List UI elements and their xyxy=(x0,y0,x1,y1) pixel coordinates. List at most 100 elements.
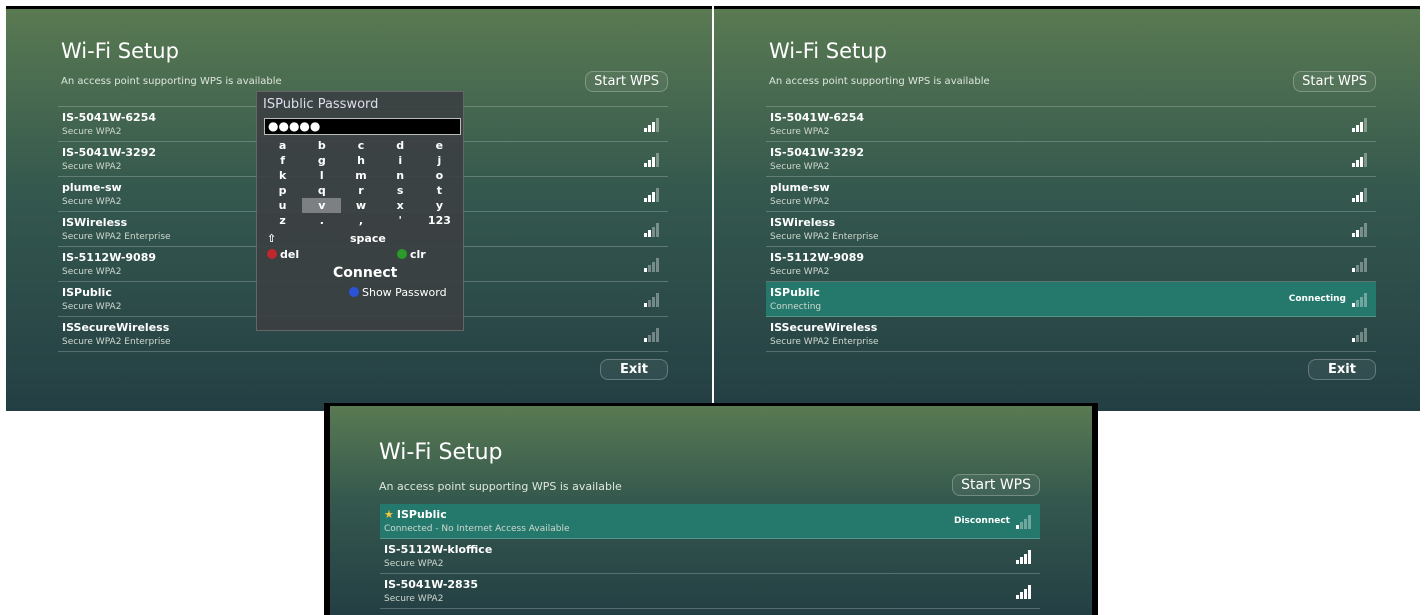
start-wps-button[interactable]: Start WPS xyxy=(952,474,1040,496)
network-security: Secure WPA2 Enterprise xyxy=(62,232,171,242)
show-password-toggle[interactable]: Show Password xyxy=(349,286,447,299)
network-name: IS-5112W-9089 xyxy=(62,251,157,264)
network-security: Secure WPA2 xyxy=(62,267,122,277)
network-name: IS-5041W-3292 xyxy=(770,146,865,159)
key[interactable]: u xyxy=(263,198,302,213)
network-name: IS-5112W-9089 xyxy=(770,251,865,264)
disconnect-button[interactable]: Disconnect xyxy=(954,516,1010,526)
key[interactable]: q xyxy=(302,183,341,198)
key[interactable]: , xyxy=(341,213,380,228)
key[interactable]: n xyxy=(381,168,420,183)
space-key[interactable]: space xyxy=(350,232,386,245)
clr-key[interactable]: clr xyxy=(397,248,426,261)
key[interactable]: o xyxy=(420,168,459,183)
network-name: plume-sw xyxy=(62,181,122,194)
password-keyboard: ISPublic Password ●●●●● a b c d e f g h … xyxy=(256,91,464,331)
network-name: ISPublic xyxy=(770,286,820,299)
start-wps-button[interactable]: Start WPS xyxy=(585,71,668,92)
key[interactable]: t xyxy=(420,183,459,198)
network-row[interactable]: IS-5041W-3292 Secure WPA2 xyxy=(766,142,1376,177)
signal-icon xyxy=(1352,153,1368,167)
network-security: Secure WPA2 xyxy=(384,594,444,604)
network-row-connected[interactable]: ★ ISPublic Connected - No Internet Access… xyxy=(380,504,1040,539)
signal-icon xyxy=(1352,293,1368,307)
exit-button[interactable]: Exit xyxy=(1308,359,1376,380)
key[interactable]: j xyxy=(420,153,459,168)
network-name: plume-sw xyxy=(770,181,830,194)
key[interactable]: a xyxy=(263,138,302,153)
del-key[interactable]: del xyxy=(267,248,299,261)
signal-icon xyxy=(1352,258,1368,272)
network-row[interactable]: IS-5041W-6254 Secure WPA2 xyxy=(766,107,1376,142)
key[interactable]: m xyxy=(341,168,380,183)
key[interactable]: e xyxy=(420,138,459,153)
network-security: Secure WPA2 xyxy=(770,197,830,207)
network-row[interactable]: plume-sw Secure WPA2 xyxy=(766,177,1376,212)
key[interactable]: p xyxy=(263,183,302,198)
key[interactable]: r xyxy=(341,183,380,198)
keyboard-title: ISPublic Password xyxy=(263,97,379,112)
network-row[interactable]: ISSecureWireless Secure WPA2 Enterprise xyxy=(766,317,1376,352)
network-security: Secure WPA2 Enterprise xyxy=(62,337,171,347)
start-wps-button[interactable]: Start WPS xyxy=(1293,71,1376,92)
key[interactable]: c xyxy=(341,138,380,153)
list-item-partial xyxy=(766,95,1376,107)
shift-icon[interactable]: ⇧ xyxy=(267,232,276,245)
network-row[interactable]: ISWireless Secure WPA2 Enterprise xyxy=(766,212,1376,247)
key[interactable]: z xyxy=(263,213,302,228)
key[interactable]: d xyxy=(381,138,420,153)
network-row[interactable]: IS-5112W-9089 Secure WPA2 xyxy=(766,247,1376,282)
network-name: IS-5041W-2835 xyxy=(384,578,479,591)
signal-icon xyxy=(644,118,660,132)
key[interactable]: k xyxy=(263,168,302,183)
green-button-icon xyxy=(397,249,407,259)
network-row[interactable]: IS-5041W-2835 Secure WPA2 xyxy=(380,574,1040,609)
signal-icon xyxy=(1352,118,1368,132)
network-security: Secure WPA2 Enterprise xyxy=(770,232,879,242)
wps-available-note: An access point supporting WPS is availa… xyxy=(61,76,282,87)
password-input[interactable]: ●●●●● xyxy=(264,118,461,135)
key[interactable]: b xyxy=(302,138,341,153)
key[interactable]: y xyxy=(420,198,459,213)
exit-button[interactable]: Exit xyxy=(600,359,668,380)
signal-icon xyxy=(1016,515,1032,529)
network-list: ★ ISPublic Connected - No Internet Access… xyxy=(380,504,1040,609)
signal-icon xyxy=(644,293,660,307)
key[interactable]: h xyxy=(341,153,380,168)
signal-icon xyxy=(644,153,660,167)
frame-edge xyxy=(324,406,330,615)
network-list: IS-5041W-6254 Secure WPA2 IS-5041W-3292 … xyxy=(766,95,1376,352)
key[interactable]: w xyxy=(341,198,380,213)
key[interactable]: s xyxy=(381,183,420,198)
page-title: Wi-Fi Setup xyxy=(769,39,887,63)
signal-icon xyxy=(1352,328,1368,342)
network-name: IS-5041W-6254 xyxy=(62,111,157,124)
key[interactable]: x xyxy=(381,198,420,213)
signal-icon xyxy=(1016,585,1032,599)
signal-icon xyxy=(644,223,660,237)
network-row-selected[interactable]: ISPublic Connecting Connecting xyxy=(766,282,1376,317)
key[interactable]: ' xyxy=(381,213,420,228)
network-security: Secure WPA2 xyxy=(62,162,122,172)
signal-icon xyxy=(644,328,660,342)
key[interactable]: g xyxy=(302,153,341,168)
network-security: Secure WPA2 xyxy=(384,559,444,569)
network-name: ISWireless xyxy=(770,216,836,229)
network-security: Secure WPA2 xyxy=(770,127,830,137)
key[interactable]: 123 xyxy=(420,213,459,228)
key[interactable]: f xyxy=(263,153,302,168)
signal-icon xyxy=(1016,550,1032,564)
network-row[interactable]: IS-5112W-kloffice Secure WPA2 xyxy=(380,539,1040,574)
key[interactable]: i xyxy=(381,153,420,168)
connect-button[interactable]: Connect xyxy=(333,265,397,281)
signal-icon xyxy=(644,188,660,202)
network-name: ISPublic xyxy=(62,286,112,299)
network-status-text: Connected - No Internet Access Available xyxy=(384,524,570,534)
key[interactable]: . xyxy=(302,213,341,228)
signal-icon xyxy=(1352,223,1368,237)
wps-available-note: An access point supporting WPS is availa… xyxy=(769,76,990,87)
network-security: Secure WPA2 xyxy=(62,127,122,137)
blue-button-icon xyxy=(349,287,359,297)
key[interactable]: l xyxy=(302,168,341,183)
key-highlighted[interactable]: v xyxy=(302,198,342,213)
